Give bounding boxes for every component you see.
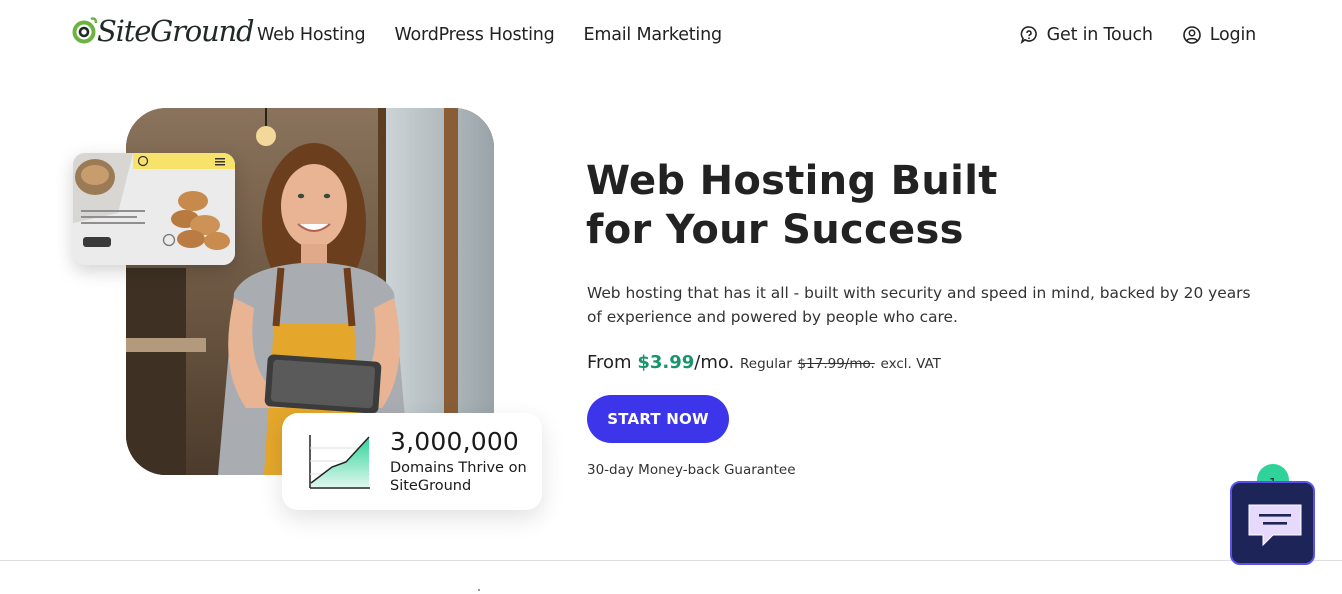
- main-nav: Web Hosting WordPress Hosting Email Mark…: [257, 25, 722, 45]
- domains-count: 3,000,000: [390, 427, 520, 456]
- hero-title-line-2: for Your Success: [586, 207, 964, 253]
- domains-stat-card: 3,000,000 Domains Thrive on SiteGround: [282, 413, 542, 510]
- section-divider: [0, 560, 1342, 561]
- bakery-preview-illustration: [73, 153, 235, 265]
- siteground-logo[interactable]: SiteGround: [72, 14, 255, 48]
- get-in-touch-link[interactable]: Get in Touch: [1019, 25, 1153, 45]
- price-prefix: From: [587, 352, 638, 373]
- chat-bubble-icon: [1248, 504, 1302, 547]
- siteground-logo-icon: [72, 17, 98, 44]
- nav-email-marketing[interactable]: Email Marketing: [584, 25, 723, 45]
- hero-description: Web hosting that has it all - built with…: [587, 284, 1251, 326]
- money-back-guarantee: 30-day Money-back Guarantee: [587, 462, 796, 478]
- logo-text: SiteGround: [97, 14, 255, 48]
- bakery-site-preview: [73, 153, 235, 265]
- price-value: $3.99: [637, 352, 695, 373]
- scroll-indicator: [478, 589, 480, 591]
- regular-label: Regular: [740, 356, 792, 372]
- user-circle-icon: [1182, 26, 1201, 44]
- regular-price: $17.99/mo.: [797, 356, 875, 372]
- start-now-button[interactable]: START NOW: [587, 395, 729, 443]
- hero-title-line-1: Web Hosting Built: [586, 158, 998, 204]
- site-header: SiteGround Web Hosting WordPress Hosting…: [0, 0, 1342, 76]
- vat-note: excl. VAT: [880, 356, 941, 372]
- price-suffix: /mo.: [694, 352, 735, 373]
- domains-label: Domains Thrive on SiteGround: [390, 460, 527, 494]
- help-bubble-icon: [1020, 26, 1037, 45]
- hero-title: Web Hosting Built for Your Success: [586, 157, 1146, 255]
- nav-web-hosting[interactable]: Web Hosting: [257, 25, 366, 45]
- pricing-line: From $3.99/mo. Regular $17.99/mo. excl. …: [587, 352, 941, 373]
- get-in-touch-label: Get in Touch: [1046, 25, 1153, 45]
- utility-nav: Get in Touch Login: [1019, 25, 1256, 45]
- login-link[interactable]: Login: [1182, 25, 1256, 45]
- chat-widget-button[interactable]: [1230, 481, 1315, 565]
- growth-chart-icon: [309, 435, 370, 489]
- login-label: Login: [1209, 25, 1256, 45]
- nav-wordpress-hosting[interactable]: WordPress Hosting: [394, 25, 554, 45]
